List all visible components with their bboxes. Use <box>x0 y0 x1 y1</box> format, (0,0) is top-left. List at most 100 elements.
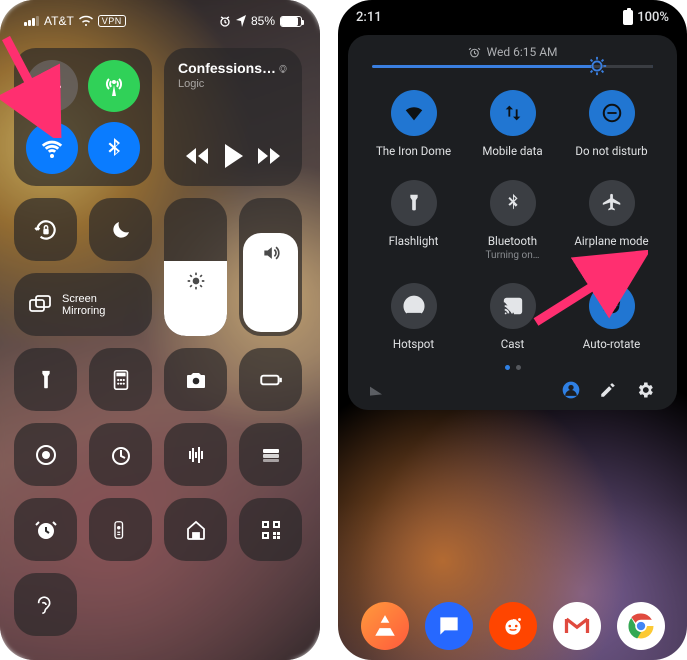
user-icon[interactable] <box>561 380 581 400</box>
qs-footer <box>354 374 671 402</box>
record-icon <box>34 443 58 467</box>
qr-code-tile[interactable] <box>239 498 302 561</box>
qs-tile-airplane[interactable]: Airplane mode <box>562 180 661 261</box>
alarm-tile[interactable] <box>14 498 77 561</box>
app-reddit[interactable] <box>489 602 537 650</box>
ios-status-bar: AT&T VPN 85% <box>0 0 320 36</box>
brightness-icon <box>186 271 206 291</box>
alarm-icon <box>219 15 231 27</box>
airplane-icon <box>40 74 64 98</box>
airplay-icon[interactable] <box>278 60 288 78</box>
calculator-tile[interactable] <box>89 348 152 411</box>
bluetooth-toggle[interactable] <box>88 122 140 174</box>
battery-icon <box>623 10 633 25</box>
screen-mirroring-label: Screen Mirroring <box>62 293 105 317</box>
alarm-clock-icon <box>34 518 58 542</box>
bluetooth-icon <box>490 180 536 226</box>
battery-pct: 100% <box>637 10 669 25</box>
auto-rotate-icon <box>589 283 635 329</box>
alarm-icon <box>468 46 481 59</box>
voice-memo-tile[interactable] <box>164 423 227 486</box>
orientation-lock-tile[interactable] <box>14 198 77 261</box>
qs-tile-cast[interactable]: Cast <box>463 283 562 351</box>
swap-icon <box>490 90 536 136</box>
qs-tile-bluetooth[interactable]: Bluetooth Turning on… <box>463 180 562 261</box>
screen-mirroring-tile[interactable]: Screen Mirroring <box>14 273 152 336</box>
hotspot-icon <box>391 283 437 329</box>
timer-tile[interactable] <box>89 423 152 486</box>
forward-button[interactable] <box>257 146 281 166</box>
page-dots[interactable] <box>354 357 671 374</box>
cellular-data-toggle[interactable] <box>88 60 140 112</box>
ios-control-center: AT&T VPN 85% <box>0 0 320 660</box>
app-messages[interactable] <box>425 602 473 650</box>
media-artist: Logic <box>178 78 278 90</box>
sim-indicator-icon <box>370 385 382 395</box>
volume-icon <box>261 243 281 263</box>
flashlight-tile[interactable] <box>14 348 77 411</box>
connectivity-tile[interactable] <box>14 48 152 186</box>
moon-icon <box>109 218 133 242</box>
airplane-mode-toggle[interactable] <box>26 60 78 112</box>
vpn-badge: VPN <box>98 15 126 27</box>
wifi-icon <box>391 90 437 136</box>
qs-tile-wifi[interactable]: The Iron Dome <box>364 90 463 158</box>
app-files[interactable] <box>361 602 409 650</box>
brightness-slider[interactable] <box>354 65 671 76</box>
app-gmail[interactable] <box>553 602 601 650</box>
qs-tile-hotspot[interactable]: Hotspot <box>364 283 463 351</box>
battery-pct: 85% <box>251 14 275 28</box>
edit-icon[interactable] <box>599 381 617 399</box>
cast-icon <box>490 283 536 329</box>
wifi-icon <box>79 15 93 27</box>
location-icon <box>236 15 246 27</box>
remote-tile[interactable] <box>89 498 152 561</box>
flashlight-icon <box>391 180 437 226</box>
home-tile[interactable] <box>164 498 227 561</box>
flashlight-icon <box>35 369 57 391</box>
app-chrome[interactable] <box>617 602 665 650</box>
ear-icon <box>35 592 57 618</box>
now-playing-tile[interactable]: Confessions of a... Logic <box>164 48 302 186</box>
volume-slider[interactable] <box>239 198 302 336</box>
rewind-button[interactable] <box>185 146 209 166</box>
qs-tile-auto-rotate[interactable]: Auto-rotate <box>562 283 661 351</box>
airplane-icon <box>589 180 635 226</box>
android-dock <box>338 602 687 650</box>
bluetooth-icon <box>102 136 126 160</box>
qs-tile-flashlight[interactable]: Flashlight <box>364 180 463 261</box>
android-status-bar: 2:11 100% <box>338 0 687 31</box>
camera-tile[interactable] <box>164 348 227 411</box>
calculator-icon <box>110 369 132 391</box>
qs-tile-mobile-data[interactable]: Mobile data <box>463 90 562 158</box>
carrier-label: AT&T <box>44 14 74 28</box>
screen-record-tile[interactable] <box>14 423 77 486</box>
qr-icon <box>259 518 283 542</box>
qs-tile-dnd[interactable]: Do not disturb <box>562 90 661 158</box>
battery-icon <box>280 16 302 27</box>
dnd-icon <box>589 90 635 136</box>
timer-icon <box>109 443 133 467</box>
screen-mirroring-icon <box>28 293 52 317</box>
play-button[interactable] <box>222 144 244 168</box>
wallet-icon <box>259 443 283 467</box>
brightness-thumb-icon <box>586 55 608 77</box>
low-power-tile[interactable] <box>239 348 302 411</box>
waveform-icon <box>184 443 208 467</box>
settings-icon[interactable] <box>635 380 655 400</box>
do-not-disturb-tile[interactable] <box>89 198 152 261</box>
alarm-header[interactable]: Wed 6:15 AM <box>354 41 671 65</box>
cell-signal-icon <box>24 16 39 26</box>
orientation-lock-icon <box>33 217 59 243</box>
android-quick-settings: 2:11 100% Wed 6:15 AM The Iron Dome Mobi… <box>338 0 687 660</box>
camera-icon <box>184 368 208 392</box>
antenna-icon <box>102 74 126 98</box>
hearing-tile[interactable] <box>14 573 77 636</box>
wifi-icon <box>40 136 64 160</box>
clock: 2:11 <box>356 10 382 25</box>
home-icon <box>184 518 208 542</box>
wallet-tile[interactable] <box>239 423 302 486</box>
wifi-toggle[interactable] <box>26 122 78 174</box>
qs-panel: Wed 6:15 AM The Iron Dome Mobile data Do… <box>348 35 677 410</box>
brightness-slider[interactable] <box>164 198 227 336</box>
